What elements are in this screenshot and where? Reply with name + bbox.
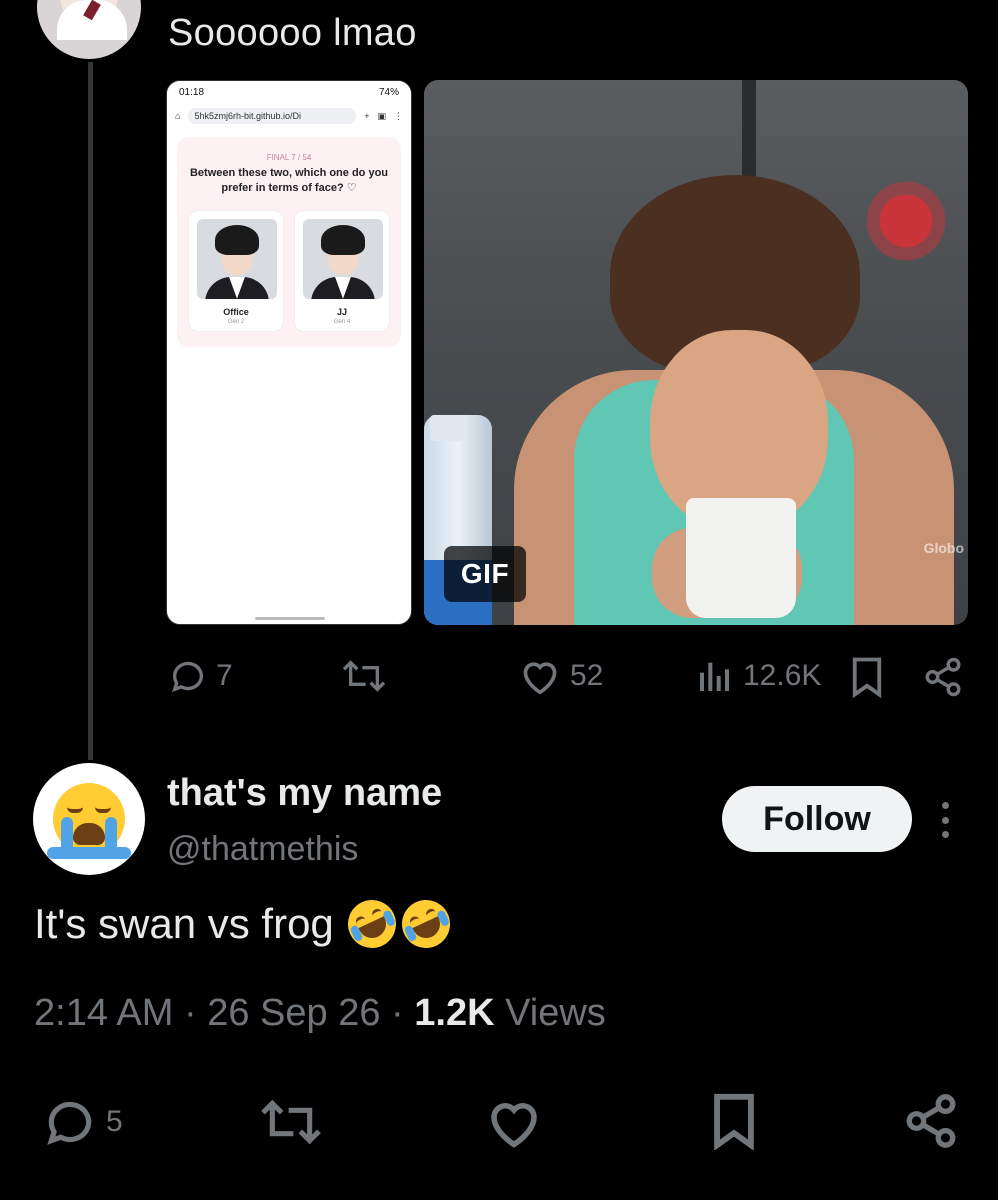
reply-retweet-button[interactable] xyxy=(258,1094,324,1150)
home-icon: ⌂ xyxy=(175,111,181,121)
browser-url: 5hk5zmj6rh-bit.github.io/Di xyxy=(188,108,357,124)
reply-date[interactable]: 26 Sep 26 xyxy=(207,992,380,1034)
reply-views-label: Views xyxy=(505,992,606,1034)
reply-icon xyxy=(172,661,203,693)
views-icon xyxy=(700,662,729,691)
reply-display-name[interactable]: that's my name xyxy=(167,772,442,815)
phone-home-bar xyxy=(255,617,325,620)
gif-media[interactable]: Globo GIF xyxy=(424,80,968,625)
like-icon xyxy=(523,662,557,695)
media-grid: 01:18 74% ⌂ 5hk5zmj6rh-bit.github.io/Di … xyxy=(166,80,968,625)
quiz-question: Between these two, which one do you pref… xyxy=(189,167,389,194)
reply-bookmark-button[interactable] xyxy=(708,1092,760,1150)
views-count: 12.6K xyxy=(743,659,822,692)
share-icon xyxy=(925,657,961,697)
reply-count: 7 xyxy=(216,659,233,692)
follow-button[interactable]: Follow xyxy=(722,786,912,852)
phone-status-bar: 01:18 74% xyxy=(167,81,411,103)
bookmark-icon xyxy=(852,657,882,698)
rolling-laughing-emoji xyxy=(339,892,404,956)
reply-handle[interactable]: @thatmethis xyxy=(167,830,358,869)
browser-url-bar: ⌂ 5hk5zmj6rh-bit.github.io/Di + ▣ ⋮ xyxy=(167,103,411,129)
reply-text-row: It's swan vs frog xyxy=(34,892,458,956)
bookmark-button[interactable] xyxy=(848,656,886,698)
quiz-card: FINAL 7 / 54 Between these two, which on… xyxy=(177,137,401,347)
thread-line xyxy=(88,60,93,760)
reply-reply-count: 5 xyxy=(106,1105,123,1138)
reply-avatar[interactable] xyxy=(33,763,145,875)
retweet-button[interactable] xyxy=(340,656,388,696)
share-icon xyxy=(906,1094,956,1148)
bookmark-icon xyxy=(714,1093,754,1150)
gif-watermark: Globo xyxy=(923,540,964,556)
phone-battery: 74% xyxy=(378,86,399,98)
more-icon[interactable] xyxy=(930,796,960,844)
like-icon xyxy=(491,1103,537,1148)
views-button[interactable]: 12.6K xyxy=(695,656,821,696)
reply-reply-button[interactable]: 5 xyxy=(42,1094,123,1150)
reply-like-button[interactable] xyxy=(484,1094,544,1150)
reply-icon xyxy=(47,1101,92,1145)
retweet-icon xyxy=(261,1099,321,1145)
parent-avatar[interactable] xyxy=(34,0,144,62)
reply-meta: 2:14 AM · 26 Sep 26 · 1.2K Views xyxy=(34,992,606,1034)
screenshot-image[interactable]: 01:18 74% ⌂ 5hk5zmj6rh-bit.github.io/Di … xyxy=(166,80,412,625)
like-count: 52 xyxy=(570,659,604,692)
choice-gen: Gen 4 xyxy=(333,318,351,325)
rolling-laughing-emoji xyxy=(393,892,458,956)
phone-time: 01:18 xyxy=(179,86,205,98)
choice-card-office: Office Gen 2 xyxy=(188,209,284,332)
plus-icon: + xyxy=(364,111,370,121)
reply-time[interactable]: 2:14 AM xyxy=(34,992,173,1034)
parent-post-text: Soooooo lmao xyxy=(168,12,417,54)
crying-face-emoji xyxy=(47,783,131,859)
reply-share-button[interactable] xyxy=(902,1092,960,1150)
choice-card-jj: JJ Gen 4 xyxy=(294,209,390,332)
share-button[interactable] xyxy=(922,656,964,698)
reply-text: It's swan vs frog xyxy=(34,900,334,947)
quiz-tag: FINAL 7 / 54 xyxy=(266,153,312,162)
choice-gen: Gen 2 xyxy=(227,318,245,325)
choice-name: JJ xyxy=(336,306,347,317)
gif-badge[interactable]: GIF xyxy=(444,546,526,602)
retweet-icon xyxy=(342,660,386,692)
menu-icon: ⋮ xyxy=(394,110,403,121)
like-button[interactable]: 52 xyxy=(518,656,603,696)
reply-button[interactable]: 7 xyxy=(168,656,233,696)
tabs-icon: ▣ xyxy=(377,110,386,121)
reply-views-count: 1.2K xyxy=(414,992,495,1034)
choice-name: Office xyxy=(223,306,249,317)
